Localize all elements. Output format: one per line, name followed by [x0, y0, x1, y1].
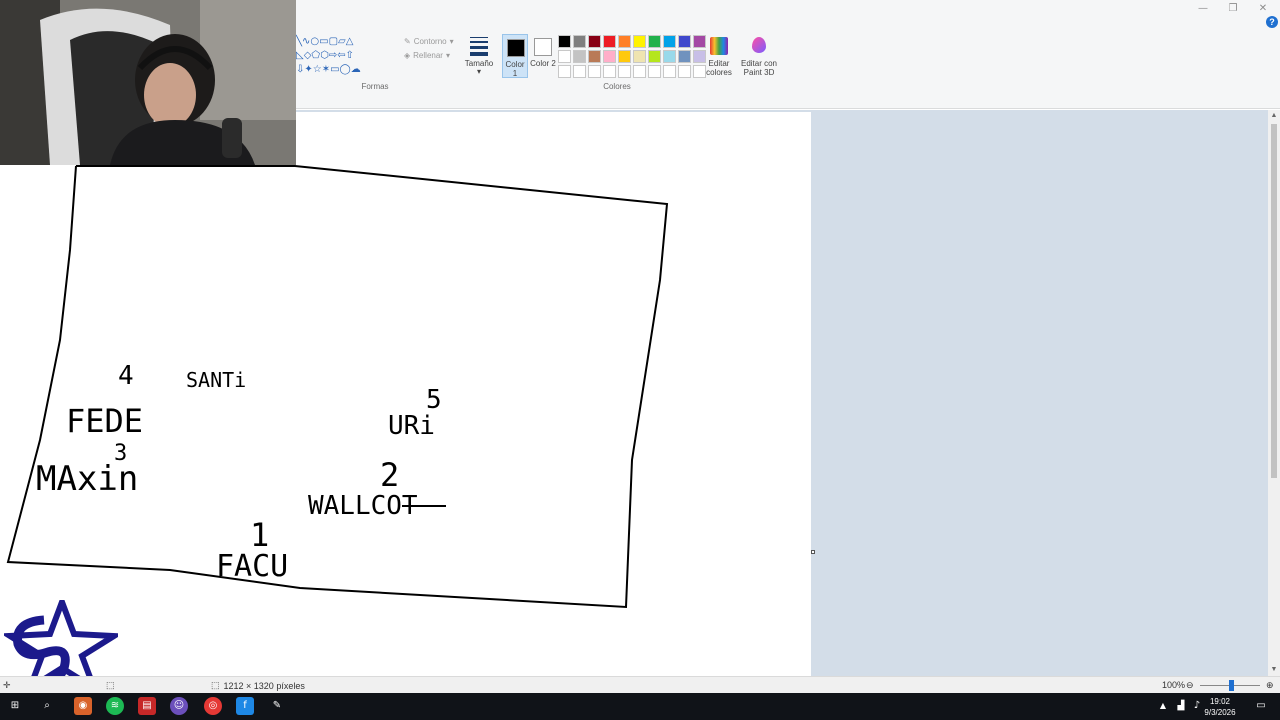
zoom-slider-thumb[interactable] [1229, 680, 1234, 691]
outline-button[interactable]: ✎ Contorno ▾ [404, 37, 454, 46]
chevron-down-icon: ▾ [476, 67, 481, 76]
palette-swatch[interactable] [588, 50, 601, 63]
palette-swatch[interactable] [663, 35, 676, 48]
selection-size-icon: ⬚ [106, 680, 115, 690]
color1-button[interactable]: Color 1 [502, 34, 528, 78]
palette-swatch[interactable] [678, 65, 691, 78]
color2-button[interactable]: Color 2 [530, 34, 556, 78]
curve-shape-icon[interactable]: ╲∿○▭▢▱△ [296, 36, 353, 47]
app-icon-orange[interactable]: ◉ [74, 697, 92, 715]
palette-swatch[interactable] [633, 65, 646, 78]
scroll-down-icon[interactable]: ▼ [1268, 664, 1280, 676]
clock-date[interactable]: 9/3/2026 [1200, 708, 1240, 718]
image-dimensions: ⬚ 1212 × 1320 píxeles [211, 680, 305, 691]
palette-swatch[interactable] [603, 35, 616, 48]
app-icon-blue[interactable]: f [236, 697, 254, 715]
palette-swatch[interactable] [588, 65, 601, 78]
paint3d-icon [752, 37, 766, 53]
palette-swatch[interactable] [663, 50, 676, 63]
cursor-position-icon: ✛ [3, 680, 11, 690]
canvas-resize-handle[interactable] [811, 550, 815, 554]
help-icon[interactable]: ? [1266, 16, 1278, 28]
color1-swatch [507, 39, 525, 57]
minimize-icon[interactable]: — [1188, 2, 1218, 16]
color-palette[interactable] [558, 35, 707, 79]
streamer-figure [0, 0, 296, 165]
palette-swatch[interactable] [573, 65, 586, 78]
webcam-overlay [0, 0, 296, 165]
shapes-group-label: Formas [361, 82, 389, 91]
scroll-up-icon[interactable]: ▲ [1268, 110, 1280, 122]
status-bar: ✛ ⬚ ⬚ 1212 × 1320 píxeles 100% ⊖ ⊕ [0, 676, 1280, 693]
star-shape-icon[interactable]: ⇩✦☆✶▭◯☁ [296, 64, 361, 75]
shapes-gallery[interactable]: ╲∿○▭▢▱△ ◺◇⬠⬡⇨⇦⇧ ⇩✦☆✶▭◯☁ [296, 34, 400, 76]
voicemeeter-icon[interactable]: ▤ [138, 697, 156, 715]
palette-swatch[interactable] [678, 35, 691, 48]
chevron-down-icon: ▾ [449, 37, 454, 46]
canvas-size-icon: ⬚ [211, 680, 220, 690]
palette-swatch[interactable] [573, 50, 586, 63]
polygon-shape-icon[interactable]: ◺◇⬠⬡⇨⇦⇧ [296, 50, 354, 61]
obs-icon[interactable]: ◎ [204, 697, 222, 715]
edit-with-paint3d-button[interactable]: Editar con Paint 3D [738, 34, 780, 78]
palette-swatch[interactable] [558, 35, 571, 48]
color-wheel-icon [710, 37, 728, 55]
paint-window: — ❐ ✕ ? ╲∿○▭▢▱△ ◺◇⬠⬡⇨⇦⇧ ⇩✦☆✶▭◯☁ ✎ Contor… [0, 0, 1280, 720]
notifications-icon[interactable]: ▭ [1252, 697, 1270, 715]
clock-time[interactable]: 19:02 [1200, 697, 1240, 707]
palette-swatch[interactable] [618, 50, 631, 63]
palette-swatch[interactable] [648, 50, 661, 63]
paint-app-icon[interactable]: ✎ [268, 697, 286, 715]
color2-swatch [534, 38, 552, 56]
edit-colors-button[interactable]: Editar colores [704, 34, 734, 78]
outline-icon: ✎ [404, 37, 411, 46]
colors-group-label: Colores [603, 82, 631, 91]
spotify-icon[interactable]: ≋ [106, 697, 124, 715]
palette-swatch[interactable] [633, 50, 646, 63]
palette-swatch[interactable] [618, 65, 631, 78]
chevron-down-icon: ▾ [445, 51, 450, 60]
palette-swatch[interactable] [573, 35, 586, 48]
vertical-scrollbar[interactable]: ▲ ▼ [1268, 110, 1280, 676]
zoom-level: 100% [1162, 680, 1186, 690]
zoom-in-icon[interactable]: ⊕ [1266, 680, 1274, 691]
close-icon[interactable]: ✕ [1248, 2, 1278, 16]
taskbar: ⊞ ⌕ ◉ ≋ ▤ ☺ ◎ f ✎ ▲ ▟ ♪ 19:02 9/3/2026 ▭ [0, 693, 1280, 720]
fill-button[interactable]: ◈ Rellenar ▾ [404, 51, 450, 60]
palette-swatch[interactable] [648, 35, 661, 48]
palette-swatch[interactable] [618, 35, 631, 48]
palette-swatch[interactable] [558, 65, 571, 78]
palette-swatch[interactable] [663, 65, 676, 78]
scrollbar-thumb[interactable] [1271, 124, 1277, 478]
restore-icon[interactable]: ❐ [1218, 2, 1248, 16]
zoom-out-icon[interactable]: ⊖ [1186, 680, 1194, 691]
palette-swatch[interactable] [633, 35, 646, 48]
size-button[interactable]: Tamaño ▾ [462, 35, 496, 77]
chevron-up-icon[interactable]: ▲ [1154, 697, 1172, 715]
line-width-icon [470, 37, 488, 59]
palette-swatch[interactable] [603, 65, 616, 78]
palette-swatch[interactable] [558, 50, 571, 63]
drawing-canvas[interactable] [0, 112, 811, 676]
palette-swatch[interactable] [588, 35, 601, 48]
palette-swatch[interactable] [603, 50, 616, 63]
palette-swatch[interactable] [648, 65, 661, 78]
discord-icon[interactable]: ☺ [170, 697, 188, 715]
fill-icon: ◈ [404, 51, 411, 60]
palette-swatch[interactable] [678, 50, 691, 63]
search-icon[interactable]: ⌕ [38, 697, 56, 715]
windows-start-icon[interactable]: ⊞ [6, 697, 24, 715]
